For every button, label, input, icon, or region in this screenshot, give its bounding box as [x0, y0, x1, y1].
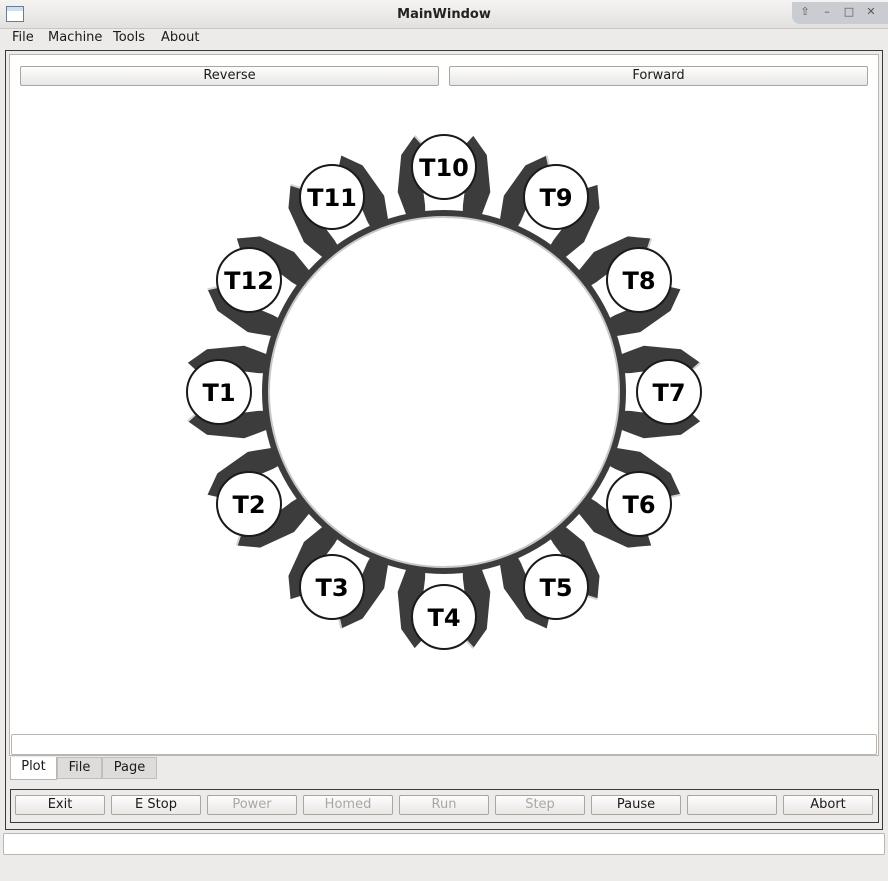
tool-label: T6 [622, 491, 655, 519]
tool-t2[interactable]: T2 [216, 471, 282, 537]
exit-button[interactable]: Exit [15, 795, 105, 815]
tool-t8[interactable]: T8 [606, 247, 672, 313]
tool-label: T5 [539, 574, 572, 602]
tool-label: T3 [315, 574, 348, 602]
menu-tools[interactable]: Tools [113, 30, 145, 45]
tool-turret: T1 T2 T3 T4 T5 T6 T7 T8 T9 T10 T11 T12 [183, 131, 705, 653]
tool-t10[interactable]: T10 [411, 134, 477, 200]
estop-button[interactable]: E Stop [111, 795, 201, 815]
power-button[interactable]: Power [207, 795, 297, 815]
mdi-input[interactable] [11, 734, 877, 755]
tool-label: T10 [419, 154, 469, 182]
tool-label: T2 [232, 491, 265, 519]
blank-button[interactable] [687, 795, 777, 815]
menu-bar: File Machine Tools About [0, 29, 888, 47]
tool-t1[interactable]: T1 [186, 359, 252, 425]
menu-file[interactable]: File [12, 30, 34, 45]
turret-center [268, 216, 620, 568]
status-field [3, 833, 885, 855]
tool-label: T12 [224, 267, 274, 295]
tab-file[interactable]: File [57, 757, 102, 779]
pause-button[interactable]: Pause [591, 795, 681, 815]
tool-t12[interactable]: T12 [216, 247, 282, 313]
tool-label: T11 [307, 184, 357, 212]
abort-button[interactable]: Abort [783, 795, 873, 815]
tool-label: T8 [622, 267, 655, 295]
tool-label: T7 [652, 379, 685, 407]
title-bar: MainWindow ⇧ – □ ✕ [0, 0, 888, 29]
tool-t9[interactable]: T9 [523, 164, 589, 230]
tool-t5[interactable]: T5 [523, 554, 589, 620]
tool-label: T1 [202, 379, 235, 407]
tool-label: T9 [539, 184, 572, 212]
forward-button[interactable]: Forward [449, 66, 868, 86]
step-button[interactable]: Step [495, 795, 585, 815]
window-controls: ⇧ – □ ✕ [792, 2, 888, 24]
tool-t4[interactable]: T4 [411, 584, 477, 650]
window-title: MainWindow [397, 7, 491, 22]
menu-about[interactable]: About [161, 30, 199, 45]
homed-button[interactable]: Homed [303, 795, 393, 815]
maximize-icon[interactable]: □ [842, 5, 856, 19]
tool-t7[interactable]: T7 [636, 359, 702, 425]
tool-label: T4 [427, 604, 460, 632]
minimize-icon[interactable]: – [820, 5, 834, 19]
tab-plot[interactable]: Plot [10, 757, 57, 780]
run-button[interactable]: Run [399, 795, 489, 815]
close-icon[interactable]: ✕ [864, 5, 878, 19]
reverse-button[interactable]: Reverse [20, 66, 439, 86]
tool-t6[interactable]: T6 [606, 471, 672, 537]
menu-machine[interactable]: Machine [48, 30, 102, 45]
tool-t11[interactable]: T11 [299, 164, 365, 230]
roll-up-icon[interactable]: ⇧ [798, 5, 812, 19]
tab-page[interactable]: Page [102, 757, 157, 779]
tool-t3[interactable]: T3 [299, 554, 365, 620]
